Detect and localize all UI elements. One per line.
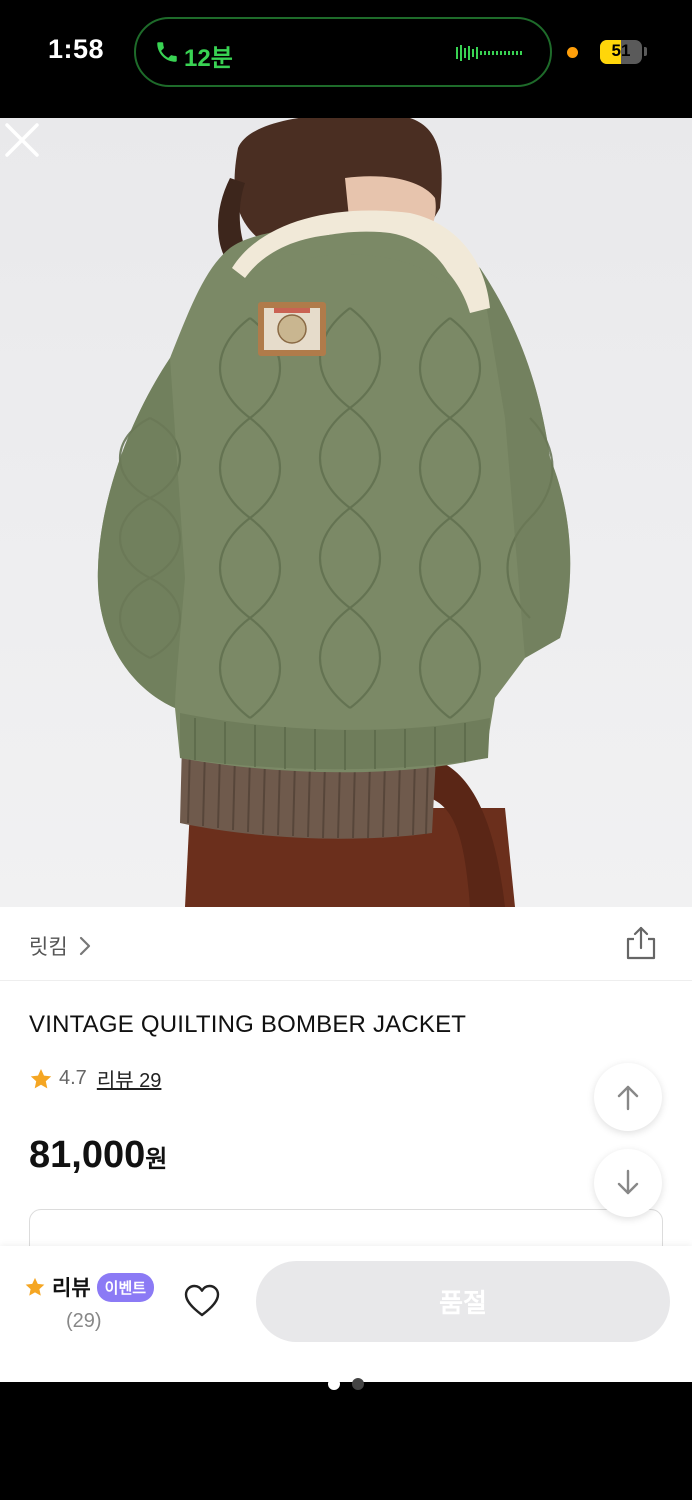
review-summary[interactable]: 리뷰 이벤트 (29) — [24, 1272, 155, 1332]
price: 81,000원 — [29, 1134, 167, 1177]
battery-indicator: 51 — [600, 40, 642, 64]
star-icon — [25, 1277, 45, 1296]
price-amount: 81,000 — [29, 1134, 146, 1176]
status-bar: 1:58 12분 51 — [0, 0, 692, 118]
battery-cap — [644, 47, 647, 56]
brand-link[interactable]: 릿킴 — [29, 931, 92, 961]
product-image[interactable] — [0, 118, 692, 907]
brand-row: 릿킴 — [0, 907, 692, 981]
sold-out-button[interactable]: 품절 — [256, 1261, 670, 1342]
arrow-down-icon — [617, 1169, 639, 1195]
close-icon[interactable] — [0, 118, 44, 162]
review-count: (29) — [66, 1310, 102, 1332]
call-duration: 12분 — [184, 45, 233, 72]
ongoing-call-pill[interactable]: 12분 — [134, 17, 552, 87]
brand-name: 릿킴 — [29, 936, 68, 959]
price-currency: 원 — [145, 1146, 168, 1173]
arrow-up-icon — [617, 1085, 639, 1111]
chevron-right-icon — [79, 936, 90, 956]
product-info-sheet: 릿킴 VINTAGE QUILTING BOMBER JACKET 4.7 리뷰… — [0, 907, 692, 1269]
page-indicator — [0, 1378, 692, 1392]
page-dot-active — [328, 1378, 340, 1390]
scroll-top-button[interactable] — [594, 1063, 662, 1131]
review-count-link[interactable]: 리뷰 29 — [97, 1064, 162, 1093]
scroll-bottom-button[interactable] — [594, 1149, 662, 1217]
event-badge: 이벤트 — [96, 1272, 155, 1302]
review-label: 리뷰 — [52, 1277, 91, 1300]
review-summary-top: 리뷰 이벤트 — [24, 1272, 155, 1302]
share-icon[interactable] — [624, 925, 658, 961]
page-dot — [352, 1378, 364, 1390]
phone-icon — [157, 42, 177, 62]
star-icon — [30, 1068, 52, 1088]
rating-row: 4.7 리뷰 29 — [29, 1064, 161, 1093]
product-title: VINTAGE QUILTING BOMBER JACKET — [29, 1011, 467, 1038]
heart-icon[interactable] — [184, 1284, 220, 1318]
mic-privacy-indicator — [567, 47, 578, 58]
product-photo-jacket — [97, 118, 571, 907]
clock-time: 1:58 — [48, 34, 105, 64]
bottom-action-bar: 리뷰 이벤트 (29) 품절 — [0, 1246, 692, 1382]
rating-value: 4.7 — [59, 1067, 87, 1089]
battery-level: 51 — [611, 41, 631, 60]
audio-wave-icon — [456, 45, 522, 61]
